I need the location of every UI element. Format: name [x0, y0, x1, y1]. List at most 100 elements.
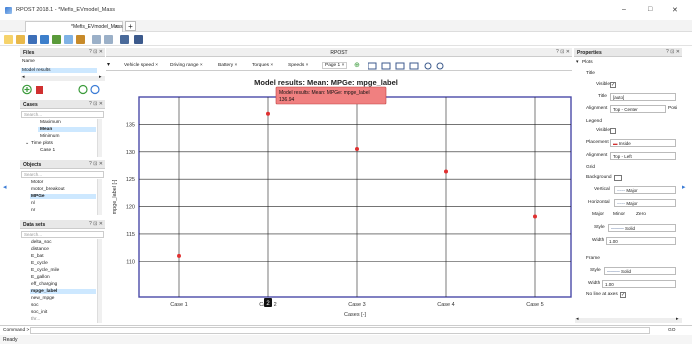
grid-zero-option[interactable]: Zero: [636, 212, 646, 217]
cases-search-input[interactable]: Search...: [21, 111, 104, 118]
close-button[interactable]: ✕: [672, 6, 678, 14]
datasets-panel-controls[interactable]: ? ⊡ ✕: [89, 221, 103, 227]
files-panel-controls[interactable]: ? ⊡ ✕: [89, 49, 103, 55]
grid-minor-option[interactable]: Minor: [613, 212, 625, 217]
dataset-item[interactable]: delta_soc: [31, 240, 52, 245]
title-text-input[interactable]: [auto]: [610, 93, 676, 101]
dataset-item-mpge-label[interactable]: mpge_label: [30, 289, 96, 294]
no-line-at-axes-checkbox[interactable]: ✓: [620, 292, 626, 298]
frame-style-select[interactable]: ──── Solid: [604, 267, 676, 275]
save-icon[interactable]: [28, 35, 37, 44]
open-folder-icon[interactable]: [16, 35, 25, 44]
document-tab[interactable]: *Mefis_EVmodel_Mass ×: [25, 21, 123, 32]
objects-search-input[interactable]: Search...: [21, 171, 104, 178]
dataset-item[interactable]: E_bat: [31, 254, 44, 259]
pan-icon[interactable]: [436, 62, 444, 70]
tab-list-dropdown-icon[interactable]: ▾: [107, 61, 110, 68]
grid-style-select[interactable]: ──── Solid: [608, 224, 676, 232]
close-tab-icon[interactable]: ×: [200, 63, 203, 68]
time-plots-toggle-icon[interactable]: ⌄: [25, 141, 29, 146]
redo-icon[interactable]: [104, 35, 113, 44]
objects-vscroll[interactable]: [97, 179, 102, 215]
settings-icon[interactable]: [76, 35, 85, 44]
frame-width-input[interactable]: 1.00: [602, 280, 676, 288]
save-as-icon[interactable]: [40, 35, 49, 44]
close-tab-icon[interactable]: ×: [235, 63, 238, 68]
close-tab-icon[interactable]: ×: [115, 24, 118, 30]
dataset-item[interactable]: eff_charging: [31, 282, 57, 287]
maximize-button[interactable]: □: [648, 6, 652, 13]
datasets-vscroll[interactable]: [97, 239, 102, 323]
dataset-item[interactable]: soc: [31, 303, 38, 308]
add-page-icon[interactable]: ⊕: [354, 61, 360, 69]
cases-panel-controls[interactable]: ? ⊡ ✕: [89, 101, 103, 107]
close-tab-icon[interactable]: ×: [155, 63, 158, 68]
go-button[interactable]: GO: [668, 328, 675, 333]
vertical-grid-select[interactable]: ┈┈┈ Major: [614, 186, 676, 194]
undo-icon[interactable]: [92, 35, 101, 44]
dataset-item[interactable]: E_cycle: [31, 261, 48, 266]
legend-alignment-select[interactable]: Top - Left: [610, 152, 676, 160]
collapse-right-icon[interactable]: ▸: [682, 183, 686, 191]
chart-view-icon[interactable]: [409, 62, 419, 70]
scroll-left-icon[interactable]: ◂: [576, 317, 578, 322]
tab-battery[interactable]: Battery ×: [218, 63, 237, 68]
minimize-button[interactable]: –: [622, 6, 626, 13]
case-item-time-plots[interactable]: Time plots: [31, 141, 53, 146]
data-point[interactable]: [444, 169, 448, 174]
list-view-icon[interactable]: [381, 62, 391, 70]
data-point[interactable]: [355, 147, 359, 152]
tab-page-1[interactable]: Page 1 ×: [322, 62, 348, 69]
title-alignment-select[interactable]: Top - Center: [610, 105, 666, 113]
case-item-case-1[interactable]: Case 1: [40, 148, 55, 153]
objects-panel-controls[interactable]: ? ⊡ ✕: [89, 161, 103, 167]
dataset-item[interactable]: distance: [31, 247, 49, 252]
properties-panel-controls[interactable]: ? ⊡ ✕: [666, 49, 680, 55]
zoom-icon[interactable]: [424, 62, 432, 70]
tab-torques[interactable]: Torques ×: [252, 63, 273, 68]
grid-width-input[interactable]: 1.00: [606, 237, 676, 245]
case-item-maximum[interactable]: Maximum: [40, 120, 61, 125]
title-visible-checkbox[interactable]: ✓: [610, 82, 616, 88]
object-item-nl[interactable]: nl: [31, 201, 35, 206]
dataset-item[interactable]: new_mpge: [31, 296, 54, 301]
refresh-icon[interactable]: [78, 84, 88, 95]
close-tab-icon[interactable]: ×: [306, 63, 309, 68]
chart-window-controls[interactable]: ? ⊡ ✕: [556, 49, 570, 55]
data-point[interactable]: [177, 253, 181, 258]
legend-visible-checkbox[interactable]: [610, 128, 616, 134]
background-color-swatch[interactable]: [614, 175, 622, 181]
horizontal-grid-select[interactable]: ┈┈┈ Major: [614, 199, 676, 207]
placement-select[interactable]: ▬ Inside: [610, 139, 676, 147]
scroll-right-icon[interactable]: ▸: [99, 75, 101, 80]
new-file-icon[interactable]: [4, 35, 13, 44]
scroll-left-icon[interactable]: ◂: [22, 75, 24, 80]
case-item-minimum[interactable]: Minimum: [40, 134, 59, 139]
properties-hscroll[interactable]: ◂ ▸: [575, 317, 682, 323]
tab-vehicle-speed[interactable]: Vehicle speed ×: [124, 63, 158, 68]
plots-collapse-icon[interactable]: ▾: [576, 60, 578, 65]
tab-driving-range[interactable]: Driving range ×: [170, 63, 203, 68]
data-point[interactable]: [533, 214, 537, 219]
new-tab-button[interactable]: +: [125, 21, 136, 31]
object-item-motor-breakout[interactable]: motor_breakout: [31, 187, 65, 192]
tab-speeds[interactable]: Speeds ×: [288, 63, 308, 68]
dataset-item[interactable]: thr...: [31, 317, 40, 322]
dataset-item[interactable]: E_cycle_mile: [31, 268, 59, 273]
command-input[interactable]: [30, 327, 650, 334]
close-tab-icon[interactable]: ×: [342, 63, 345, 68]
collapse-left-icon[interactable]: ◂: [3, 183, 7, 191]
file-item-model-results[interactable]: Model results: [21, 68, 97, 73]
close-tab-icon[interactable]: ×: [270, 63, 273, 68]
sync-icon[interactable]: [90, 84, 100, 95]
chart-area[interactable]: Model results: Mean: MPGe: mpge_label 11…: [106, 72, 572, 324]
data-point[interactable]: [266, 111, 270, 116]
dataset-item[interactable]: E_gallon: [31, 275, 50, 280]
object-item-motor[interactable]: Motor: [31, 180, 43, 185]
delete-file-icon[interactable]: [36, 86, 43, 94]
scroll-right-icon[interactable]: ▸: [676, 317, 678, 322]
grid-view-icon[interactable]: [395, 62, 405, 70]
files-hscroll[interactable]: ◂ ▸: [21, 75, 105, 81]
table-view-icon[interactable]: [368, 62, 377, 70]
datasets-search-input[interactable]: Search...: [21, 231, 104, 238]
